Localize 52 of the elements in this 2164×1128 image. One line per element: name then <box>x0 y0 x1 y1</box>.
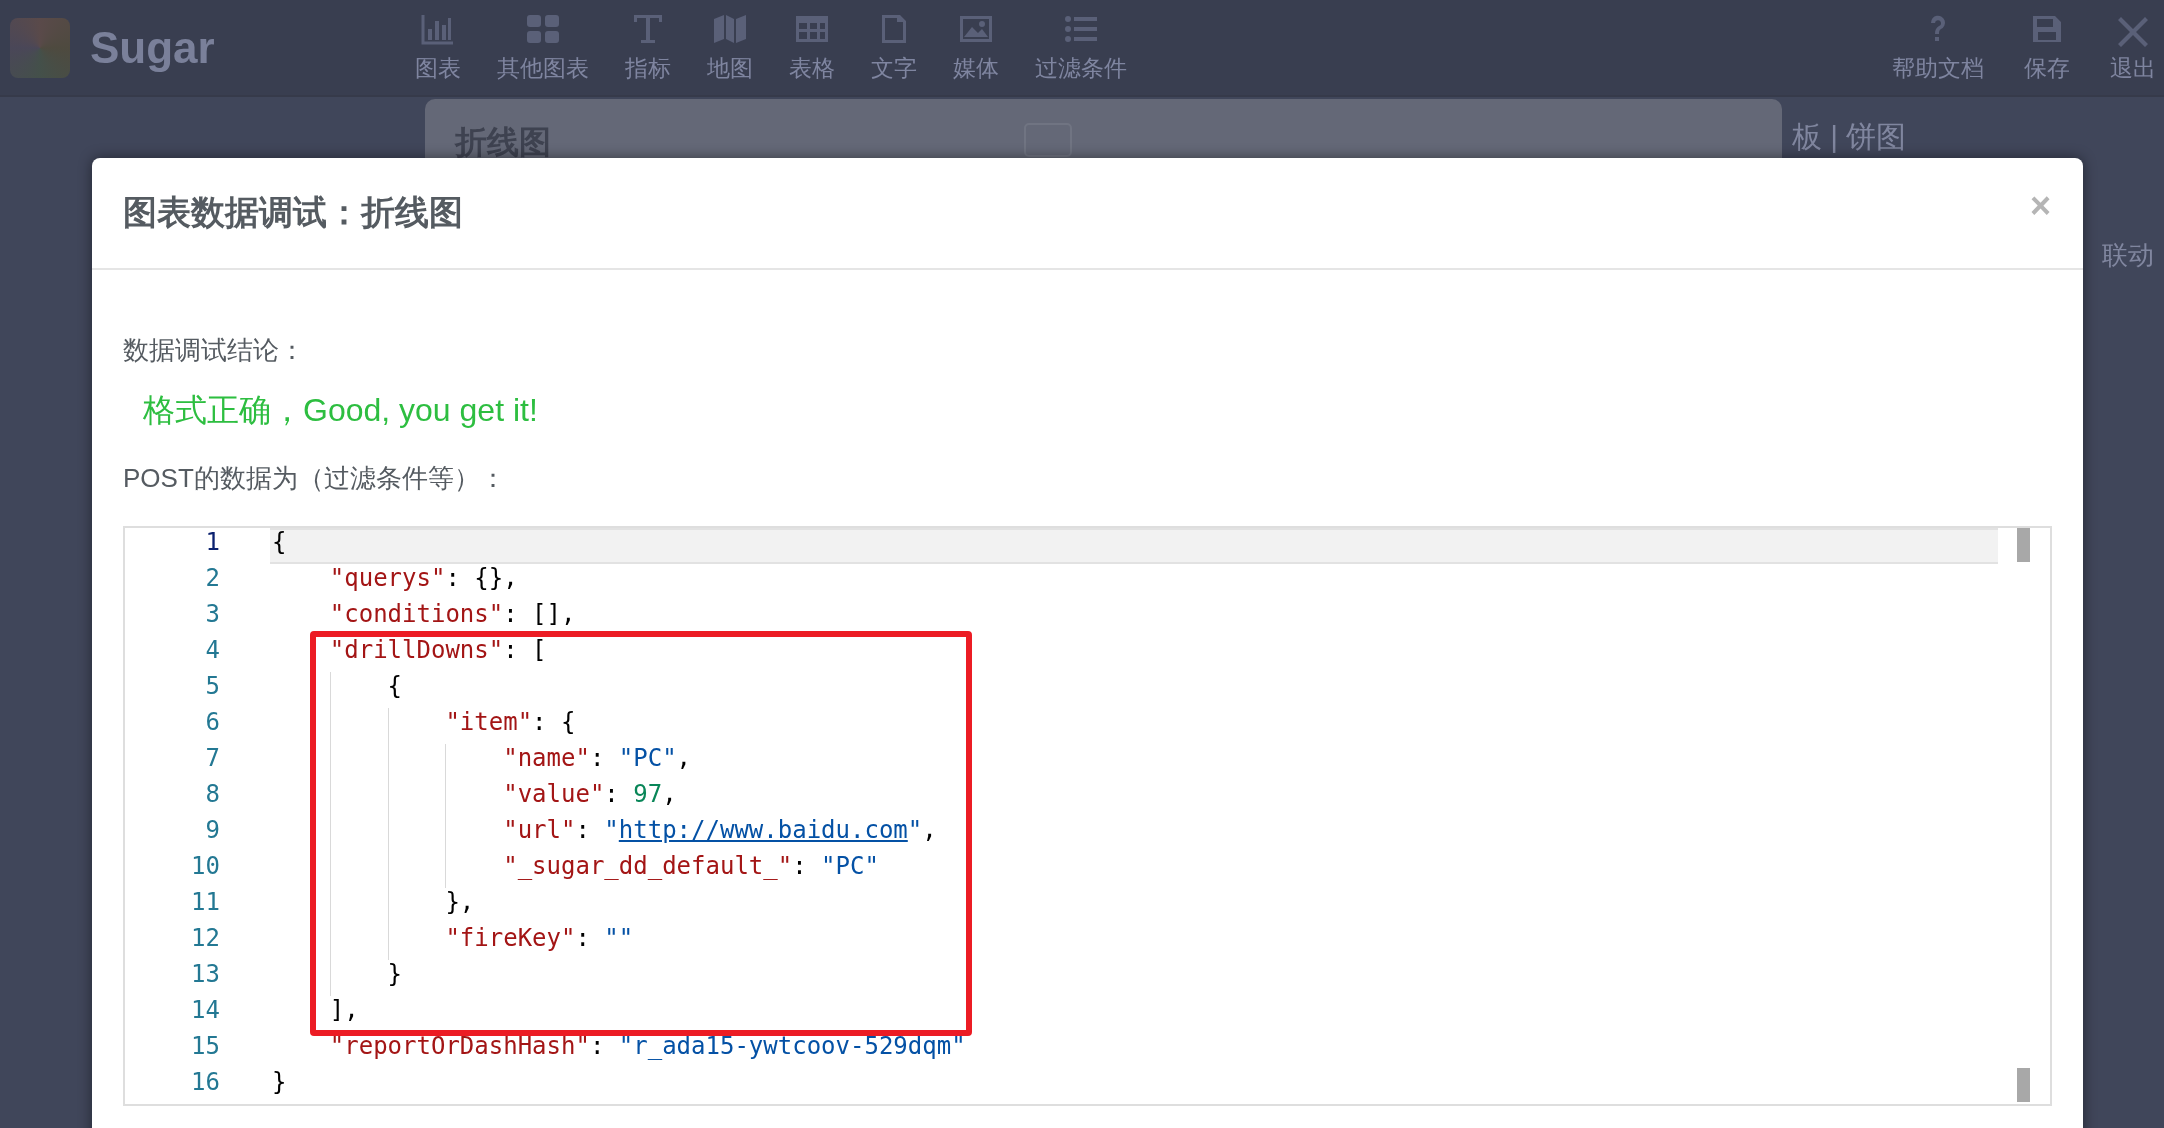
line-number: 6 <box>204 708 221 738</box>
line-number: 11 <box>190 888 221 918</box>
line-number: 12 <box>190 924 221 954</box>
logo-icon <box>10 17 70 78</box>
code-line: "reportOrDashHash": "r_ada15-ywtcoov-529dqm" <box>328 1032 967 1062</box>
code-line: "conditions": [], <box>328 600 577 630</box>
line-number: 5 <box>204 672 221 702</box>
toolbar-button[interactable]: 退出 <box>2110 11 2156 84</box>
line-number: 3 <box>204 600 221 630</box>
toolbar-button[interactable]: 图表 <box>414 11 461 84</box>
line-number: 1 <box>204 528 221 558</box>
toolbar-button[interactable]: 保存 <box>2024 11 2070 84</box>
code-line: "name": "PC", <box>270 744 1998 780</box>
line-number: 4 <box>204 636 221 666</box>
code-line: }, <box>270 888 1998 924</box>
toolbar-button[interactable]: 其他图表 <box>496 11 589 84</box>
line-number: 9 <box>204 816 221 846</box>
line-number: 10 <box>190 852 221 882</box>
line-number: 7 <box>204 744 221 774</box>
toolbar-button[interactable]: 文字 <box>870 11 917 84</box>
line-number: 14 <box>190 996 221 1026</box>
toolbar-button[interactable]: 帮助文档 <box>1892 11 1984 84</box>
code-line: "querys": {}, <box>328 564 519 594</box>
section-label: 联动 <box>2102 239 2154 272</box>
code-line: { <box>270 672 1998 708</box>
code-line: ], <box>328 996 360 1026</box>
field-label: POST的数据为（过滤条件等）： <box>123 462 507 495</box>
code-line: "value": 97, <box>270 780 1998 816</box>
toolbar-button[interactable]: 表格 <box>788 11 835 84</box>
brand-name: Sugar <box>90 22 215 73</box>
line-number: 13 <box>190 960 221 990</box>
line-number: 2 <box>204 564 221 594</box>
toolbar-button[interactable]: 指标 <box>624 11 671 84</box>
panel-title: 板 | 饼图 <box>1792 119 1908 155</box>
scrollbar[interactable] <box>2017 528 2030 1104</box>
success-message: 格式正确，Good, you get it! <box>143 391 539 430</box>
line-number: 16 <box>190 1068 221 1098</box>
toolbar-button[interactable]: 媒体 <box>952 11 999 84</box>
line-number: 8 <box>204 780 221 810</box>
toolbar-button[interactable]: 过滤条件 <box>1034 11 1127 84</box>
toolbar-button[interactable]: 地图 <box>706 11 753 84</box>
code-line: "_sugar_dd_default_": "PC" <box>270 852 1998 888</box>
line-number: 15 <box>190 1032 221 1062</box>
field-label: 数据调试结论： <box>123 334 306 367</box>
dialog-title: 图表数据调试：折线图 <box>123 192 463 233</box>
code-line: "url": "http://www.baidu.com", <box>270 816 1998 852</box>
code-line: } <box>270 960 1998 996</box>
code-line: } <box>271 1068 288 1098</box>
code-line: "item": { <box>270 708 1998 744</box>
code-line: "fireKey": "" <box>270 924 1998 960</box>
close-button[interactable]: × <box>2029 188 2051 224</box>
code-line: "drillDowns": [ <box>328 636 548 666</box>
